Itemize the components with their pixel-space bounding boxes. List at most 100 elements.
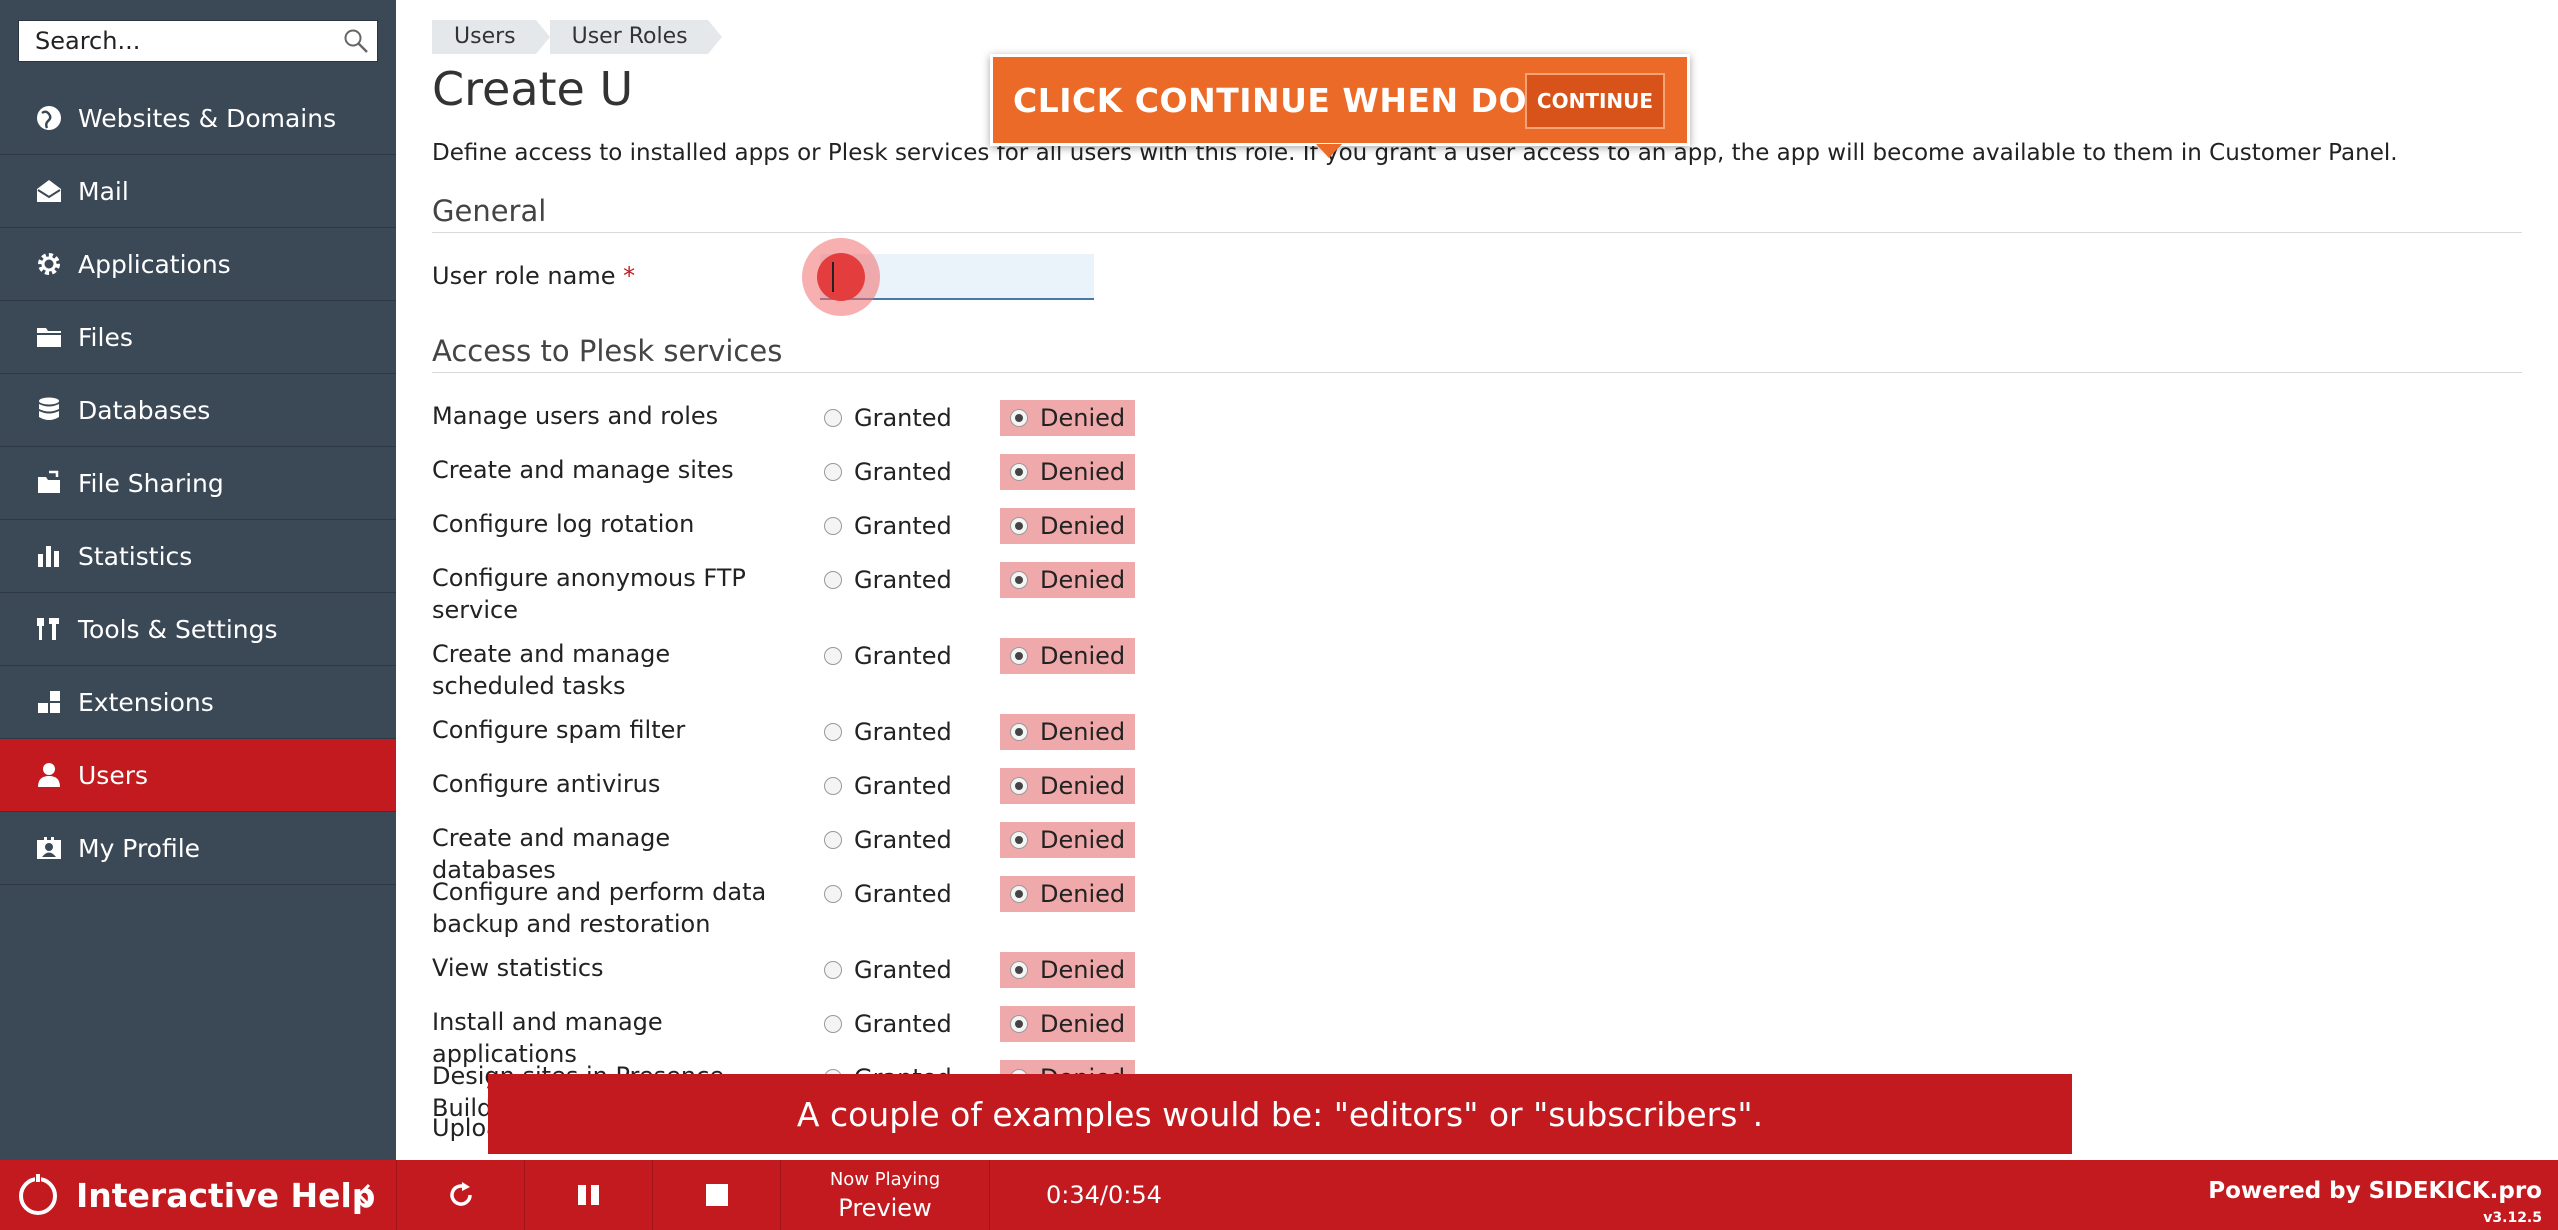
denied-radio[interactable] bbox=[1010, 409, 1028, 427]
granted-option[interactable]: Granted bbox=[824, 454, 952, 490]
granted-radio[interactable] bbox=[824, 409, 842, 427]
granted-radio[interactable] bbox=[824, 961, 842, 979]
sidebar-item-applications[interactable]: Applications bbox=[0, 228, 396, 301]
denied-option[interactable]: Denied bbox=[1000, 1006, 1136, 1042]
denied-radio[interactable] bbox=[1010, 517, 1028, 535]
powered-by[interactable]: Powered by SIDEKICK.pro bbox=[2208, 1178, 2542, 1204]
granted-radio[interactable] bbox=[824, 723, 842, 741]
chevron-left-icon[interactable] bbox=[346, 1177, 382, 1213]
granted-radio[interactable] bbox=[824, 517, 842, 535]
granted-option[interactable]: Granted bbox=[824, 638, 952, 674]
help-ring-icon bbox=[19, 1174, 57, 1215]
granted-label: Granted bbox=[854, 566, 952, 594]
pause-button[interactable] bbox=[524, 1160, 652, 1230]
granted-option[interactable]: Granted bbox=[824, 952, 952, 988]
sidebar-item-label: Mail bbox=[78, 176, 129, 206]
main-content: Users User Roles Create U Define access … bbox=[396, 0, 2558, 1160]
now-playing-value: Preview bbox=[838, 1193, 932, 1222]
denied-option[interactable]: Denied bbox=[1000, 454, 1136, 490]
denied-radio[interactable] bbox=[1010, 777, 1028, 795]
denied-radio[interactable] bbox=[1010, 961, 1028, 979]
denied-label: Denied bbox=[1040, 772, 1126, 800]
interactive-help-logo: Interactive Help bbox=[0, 1160, 396, 1230]
sidebar-item-file-sharing[interactable]: File Sharing bbox=[0, 447, 396, 520]
granted-option[interactable]: Granted bbox=[824, 822, 952, 858]
click-indicator-dot bbox=[817, 253, 865, 301]
sidebar-item-databases[interactable]: Databases bbox=[0, 374, 396, 447]
sidebar-item-files[interactable]: Files bbox=[0, 301, 396, 374]
sidebar-item-label: Applications bbox=[78, 249, 231, 279]
granted-label: Granted bbox=[854, 512, 952, 540]
folder-icon bbox=[34, 322, 64, 352]
denied-option[interactable]: Denied bbox=[1000, 768, 1136, 804]
granted-option[interactable]: Granted bbox=[824, 714, 952, 750]
denied-option[interactable]: Denied bbox=[1000, 400, 1136, 436]
sidebar-item-label: Files bbox=[78, 322, 133, 352]
denied-radio[interactable] bbox=[1010, 463, 1028, 481]
denied-label: Denied bbox=[1040, 404, 1126, 432]
search-icon[interactable] bbox=[335, 21, 377, 61]
extensions-icon bbox=[34, 687, 64, 717]
sidebar-item-label: Databases bbox=[78, 395, 211, 425]
sidebar-item-statistics[interactable]: Statistics bbox=[0, 520, 396, 593]
sidebar-item-extensions[interactable]: Extensions bbox=[0, 666, 396, 739]
granted-option[interactable]: Granted bbox=[824, 768, 952, 804]
granted-radio[interactable] bbox=[824, 463, 842, 481]
granted-radio[interactable] bbox=[824, 647, 842, 665]
denied-option[interactable]: Denied bbox=[1000, 714, 1136, 750]
granted-radio[interactable] bbox=[824, 831, 842, 849]
granted-option[interactable]: Granted bbox=[824, 400, 952, 436]
click-indicator bbox=[802, 238, 880, 316]
bar-chart-icon bbox=[34, 541, 64, 571]
denied-label: Denied bbox=[1040, 458, 1126, 486]
denied-option[interactable]: Denied bbox=[1000, 508, 1136, 544]
granted-option[interactable]: Granted bbox=[824, 562, 952, 598]
required-mark: * bbox=[623, 262, 636, 290]
granted-option[interactable]: Granted bbox=[824, 508, 952, 544]
breadcrumb-user-roles[interactable]: User Roles bbox=[549, 20, 722, 54]
search-input[interactable] bbox=[19, 21, 335, 61]
sidebar-item-mail[interactable]: Mail bbox=[0, 155, 396, 228]
denied-label: Denied bbox=[1040, 1010, 1126, 1038]
denied-radio[interactable] bbox=[1010, 1015, 1028, 1033]
sidebar-item-label: Tools & Settings bbox=[78, 614, 278, 644]
stop-button[interactable] bbox=[652, 1160, 780, 1230]
granted-option[interactable]: Granted bbox=[824, 1006, 952, 1042]
breadcrumb-users[interactable]: Users bbox=[432, 20, 550, 54]
granted-radio[interactable] bbox=[824, 777, 842, 795]
permission-label: Configure and perform data backup and re… bbox=[432, 878, 767, 938]
denied-option[interactable]: Denied bbox=[1000, 952, 1136, 988]
denied-radio[interactable] bbox=[1010, 647, 1028, 665]
denied-option[interactable]: Denied bbox=[1000, 638, 1136, 674]
denied-label: Denied bbox=[1040, 718, 1126, 746]
denied-option[interactable]: Denied bbox=[1000, 822, 1136, 858]
sidebar-item-users[interactable]: Users bbox=[0, 739, 396, 812]
permission-label: Configure anonymous FTP service bbox=[432, 564, 746, 624]
denied-label: Denied bbox=[1040, 956, 1126, 984]
denied-option[interactable]: Denied bbox=[1000, 876, 1136, 912]
granted-radio[interactable] bbox=[824, 1015, 842, 1033]
denied-radio[interactable] bbox=[1010, 723, 1028, 741]
denied-radio[interactable] bbox=[1010, 571, 1028, 589]
denied-option[interactable]: Denied bbox=[1000, 562, 1136, 598]
denied-radio[interactable] bbox=[1010, 831, 1028, 849]
granted-radio[interactable] bbox=[824, 571, 842, 589]
continue-button[interactable]: CONTINUE bbox=[1525, 73, 1665, 129]
permission-label: Manage users and roles bbox=[432, 402, 719, 430]
restart-button[interactable] bbox=[396, 1160, 524, 1230]
sidebar-item-label: Statistics bbox=[78, 541, 193, 571]
sidebar-item-label: Users bbox=[78, 760, 149, 790]
granted-radio[interactable] bbox=[824, 885, 842, 903]
sidebar-item-label: Extensions bbox=[78, 687, 214, 717]
sidebar-item-tools-settings[interactable]: Tools & Settings bbox=[0, 593, 396, 666]
sidebar-item-my-profile[interactable]: My Profile bbox=[0, 812, 396, 885]
granted-label: Granted bbox=[854, 458, 952, 486]
sidebar-item-websites-domains[interactable]: Websites & Domains bbox=[0, 82, 396, 155]
granted-option[interactable]: Granted bbox=[824, 876, 952, 912]
sidebar-item-label: My Profile bbox=[78, 833, 201, 863]
globe-icon bbox=[34, 103, 64, 133]
granted-label: Granted bbox=[854, 772, 952, 800]
granted-label: Granted bbox=[854, 404, 952, 432]
denied-radio[interactable] bbox=[1010, 885, 1028, 903]
interactive-help-bar: Interactive Help Now Playing Preview 0:3… bbox=[0, 1160, 2558, 1230]
